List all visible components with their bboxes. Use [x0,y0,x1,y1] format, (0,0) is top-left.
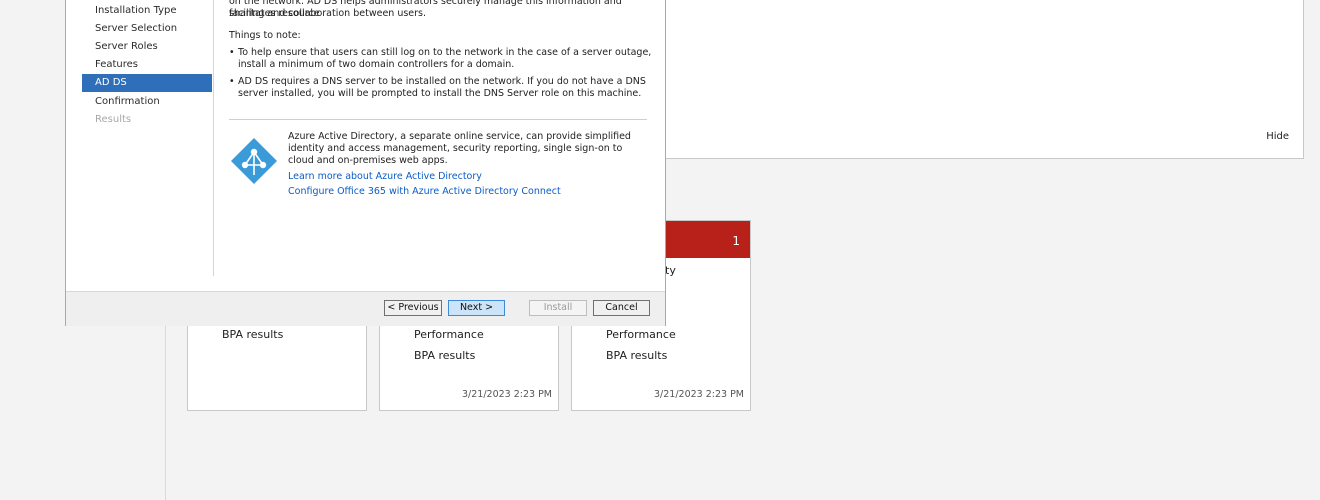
tile-timestamp: 3/21/2023 2:23 PM [461,389,552,400]
add-roles-wizard: Installation Type Server Selection Serve… [65,0,666,326]
content-separator [229,119,647,120]
nav-item-ad-ds[interactable]: AD DS [82,74,212,92]
nav-item-confirmation[interactable]: Confirmation [82,93,212,111]
nav-item-server-selection[interactable]: Server Selection [82,20,212,38]
intro-text: sharing and collaboration between users. [229,8,427,19]
wizard-footer: < Previous Next > Install Cancel [66,291,665,326]
tile-item[interactable]: Performance [414,328,484,341]
tile-partial-label[interactable]: ty [665,264,676,277]
tile-timestamp: 3/21/2023 2:23 PM [653,389,744,400]
hide-link[interactable]: Hide [1266,131,1289,142]
wizard-nav: Installation Type Server Selection Serve… [66,0,214,279]
note-bullet: To help ensure that users can still log … [229,47,654,71]
welcome-panel: Hide [640,0,1304,159]
nav-item-features[interactable]: Features [82,56,212,74]
nav-divider [213,0,214,276]
nav-item-results: Results [95,114,132,125]
nav-item-server-roles[interactable]: Server Roles [82,38,212,56]
cancel-button[interactable]: Cancel [593,300,650,316]
tile-alert-count: 1 [732,234,740,248]
install-button: Install [529,300,587,316]
previous-button[interactable]: < Previous [384,300,442,316]
nav-item-installation-type[interactable]: Installation Type [82,2,212,20]
things-to-note-heading: Things to note: [229,30,301,41]
tile-item[interactable]: BPA results [222,328,283,341]
note-bullet: AD DS requires a DNS server to be instal… [229,76,654,100]
tile-item[interactable]: BPA results [606,349,667,362]
tile-item[interactable]: BPA results [414,349,475,362]
next-button[interactable]: Next > [448,300,505,316]
azure-description: Azure Active Directory, a separate onlin… [288,131,631,166]
configure-office365-link[interactable]: Configure Office 365 with Azure Active D… [288,186,561,197]
tile-item[interactable]: Performance [606,328,676,341]
learn-more-azure-link[interactable]: Learn more about Azure Active Directory [288,171,482,182]
azure-active-directory-icon [231,138,277,184]
